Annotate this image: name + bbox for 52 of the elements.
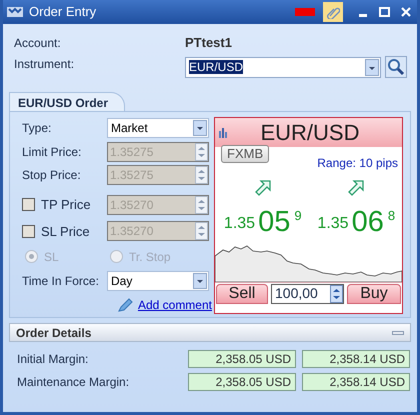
account-value: PTtest1	[185, 34, 232, 52]
field-label: Maintenance Margin:	[17, 374, 130, 390]
margin-value: 2,358.14 USD	[302, 372, 410, 390]
price-fraction: 9	[294, 207, 302, 225]
field-label: Tr. Stop	[129, 248, 171, 266]
amount-spinner[interactable]: 100,00	[271, 284, 344, 304]
account-label: Account:	[13, 35, 62, 52]
margin-value: 2,358.05 USD	[188, 372, 296, 390]
source-button[interactable]: FXMB	[221, 145, 270, 163]
close-icon[interactable]	[401, 7, 411, 17]
field-label: TP Price	[41, 196, 92, 214]
spinner-arrows-icon	[195, 196, 208, 214]
field-label: Time In Force:	[22, 273, 100, 290]
field-label: Limit Price:	[22, 144, 82, 161]
order-tab[interactable]: EUR/USD Order	[9, 92, 126, 112]
instrument-dropdown[interactable]: EUR/USD	[185, 56, 381, 78]
spinner-arrows-icon	[195, 142, 208, 161]
field-label: Initial Margin:	[17, 350, 90, 368]
field-label: Stop Price:	[22, 167, 82, 184]
sell-button[interactable]: Sell	[216, 284, 268, 304]
app-logo-icon	[6, 6, 24, 18]
dropdown[interactable]: Market	[107, 118, 209, 138]
price-pips: 05	[258, 206, 290, 238]
spinner-arrows-icon	[330, 284, 343, 302]
section-title: Order Details	[16, 324, 92, 342]
spinner-arrows-icon	[195, 166, 208, 184]
range-label: Range: 10 pips	[317, 155, 398, 172]
spinner-arrows-icon	[195, 222, 208, 240]
window-title: Order Entry	[29, 3, 96, 22]
instrument-label: Instrument:	[13, 56, 76, 73]
price-prefix: 1.35	[224, 214, 256, 234]
dropdown[interactable]: Day	[107, 271, 209, 292]
margin-value: 2,358.14 USD	[302, 350, 410, 368]
search-icon	[387, 58, 405, 76]
buy-button[interactable]: Buy	[347, 284, 401, 304]
price-pips: 06	[352, 206, 384, 238]
field-label: Type:	[22, 120, 52, 137]
add-comment-link[interactable]: Add comment	[138, 296, 212, 314]
paperclip-icon	[326, 5, 340, 19]
collapse-icon[interactable]	[392, 330, 404, 336]
search-button[interactable]	[385, 56, 407, 78]
pencil-icon	[116, 298, 133, 312]
status-indicator	[295, 8, 315, 16]
chart-icon	[218, 126, 228, 138]
field-label: SL	[44, 248, 60, 266]
maximize-icon[interactable]	[379, 7, 390, 17]
symbol-title: EUR/USD	[259, 119, 360, 147]
field-label: SL Price	[41, 222, 91, 241]
price-fraction: 8	[388, 207, 396, 225]
price-prefix: 1.35	[317, 214, 349, 234]
instrument-value: EUR/USD	[189, 60, 244, 74]
margin-value: 2,358.05 USD	[188, 350, 296, 368]
